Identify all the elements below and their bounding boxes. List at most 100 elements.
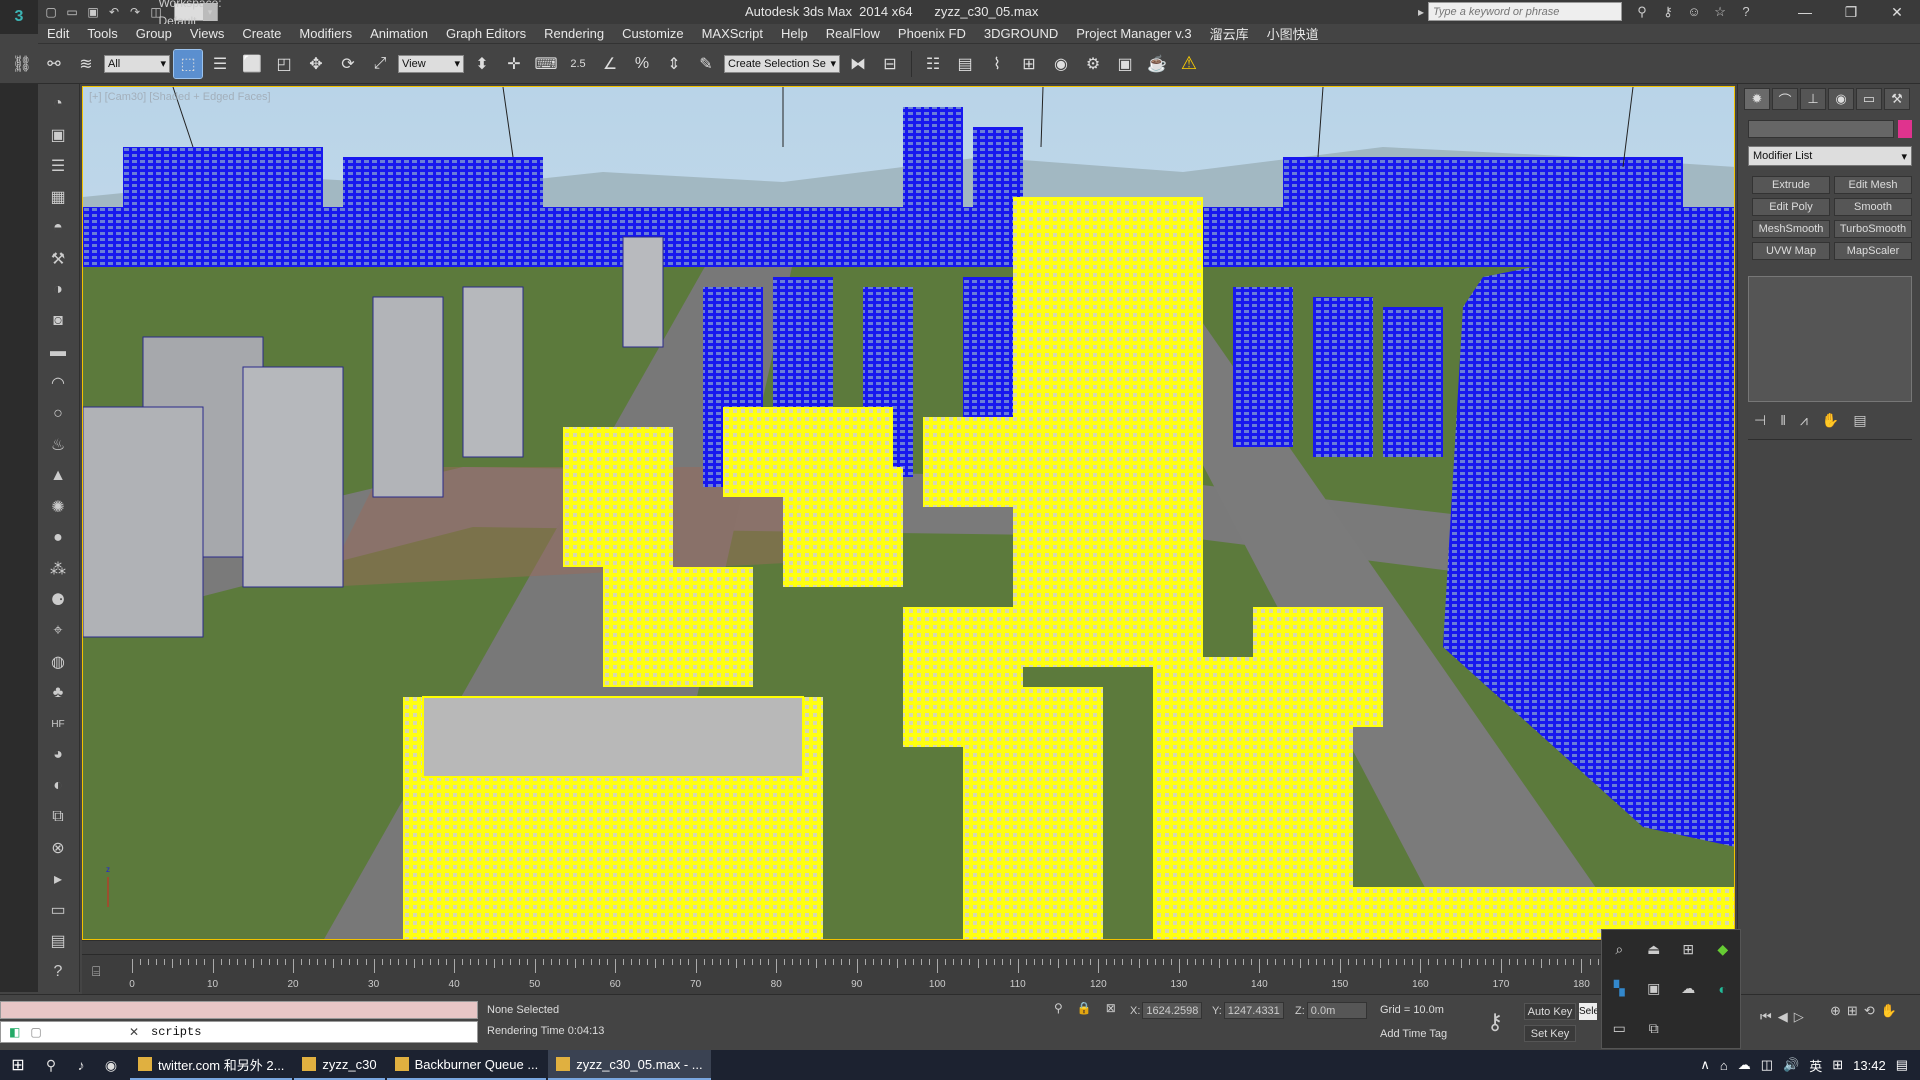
material-ball-icon[interactable]: ◕ xyxy=(44,743,72,767)
windows-start-icon[interactable]: ⊞ xyxy=(0,1050,36,1080)
menu-item-12[interactable]: Help xyxy=(772,26,817,41)
modifier-button-6[interactable]: TurboSmooth xyxy=(1834,220,1912,238)
hf-icon[interactable]: HF xyxy=(44,712,72,736)
screen-icon[interactable]: ▭ xyxy=(1613,1020,1626,1037)
prev-frame-icon[interactable]: ◀ xyxy=(1778,1009,1788,1025)
globe-icon[interactable]: ◍ xyxy=(44,650,72,674)
viewport-layout-icon[interactable]: ▭ xyxy=(44,898,72,922)
menu-item-14[interactable]: Phoenix FD xyxy=(889,26,975,41)
redo-icon[interactable]: ↷ xyxy=(126,3,144,21)
menu-item-8[interactable]: Graph Editors xyxy=(437,26,535,41)
light-bulb-icon[interactable]: ◓ xyxy=(44,216,72,240)
modifier-button-8[interactable]: MapScaler xyxy=(1834,242,1912,260)
y-coord-field[interactable]: 1247.4331 xyxy=(1223,1002,1284,1019)
modifier-button-1[interactable]: Extrude xyxy=(1752,176,1830,194)
modifier-button-7[interactable]: UVW Map xyxy=(1752,242,1830,260)
scene-icon[interactable]: ◐ xyxy=(44,774,72,798)
align-icon[interactable]: ⊟ xyxy=(876,50,904,78)
edit-named-selection-icon[interactable]: ✎ xyxy=(692,50,720,78)
render-icon[interactable]: ▣ xyxy=(44,123,72,147)
constraint-icon[interactable]: ⌖ xyxy=(44,619,72,643)
camera-icon[interactable]: ◔ xyxy=(44,92,72,116)
go-to-start-icon[interactable]: ⏮ xyxy=(1760,1009,1772,1025)
modifier-button-3[interactable]: Edit Poly xyxy=(1752,198,1830,216)
tray-app-icon-1[interactable]: ⌕ xyxy=(1615,941,1623,958)
video-icon[interactable]: ◙ xyxy=(44,309,72,333)
box-icon[interactable]: ▬ xyxy=(44,340,72,364)
pan-icon[interactable]: ✋ xyxy=(1881,1003,1897,1019)
windows-icon[interactable]: ▚ xyxy=(1614,980,1625,997)
menu-item-13[interactable]: RealFlow xyxy=(817,26,889,41)
workspace-dropdown[interactable]: Workspace: Default ▾ xyxy=(158,0,221,28)
undo-icon[interactable]: ↶ xyxy=(105,3,123,21)
helper-icon[interactable]: ♨ xyxy=(44,433,72,457)
sphere-icon[interactable]: ○ xyxy=(44,402,72,426)
snap-toggle-icon[interactable]: 2.5 xyxy=(564,50,592,78)
modify-tab-icon[interactable]: ⌒ xyxy=(1772,88,1798,110)
search-icon[interactable]: ⚲ xyxy=(36,1050,66,1080)
unlink-icon[interactable]: ⚯ xyxy=(40,50,68,78)
usb-icon[interactable]: ⏏ xyxy=(1647,941,1660,958)
expand-arrow-icon[interactable]: ▸ xyxy=(44,867,72,891)
object-name-field[interactable] xyxy=(1748,120,1894,138)
ime-icon[interactable]: ⊞ xyxy=(1832,1057,1843,1073)
new-icon[interactable]: ▢ xyxy=(42,3,60,21)
tray-expand-icon[interactable]: ∧ xyxy=(1700,1057,1710,1073)
menu-item-10[interactable]: Customize xyxy=(613,26,692,41)
viewport-label[interactable]: [+] [Cam30] [Shaded + Edged Faces] xyxy=(89,91,271,103)
rotate-icon[interactable]: ⟳ xyxy=(334,50,362,78)
motion-tab-icon[interactable]: ◉ xyxy=(1828,88,1854,110)
time-slider[interactable] xyxy=(82,940,1735,954)
list-icon[interactable]: ☰ xyxy=(44,154,72,178)
zoom-all-icon[interactable]: ⊞ xyxy=(1847,1003,1858,1019)
menu-item-2[interactable]: Tools xyxy=(78,26,126,41)
minimize-icon[interactable]: — xyxy=(1782,0,1828,24)
show-end-result-icon[interactable]: ‖ xyxy=(1780,412,1786,429)
menu-item-15[interactable]: 3DGROUND xyxy=(975,26,1067,41)
open-icon[interactable]: ▭ xyxy=(63,3,81,21)
modifier-button-5[interactable]: MeshSmooth xyxy=(1752,220,1830,238)
spinner-snap-icon[interactable]: ⇕ xyxy=(660,50,688,78)
z-coord-field[interactable]: 0.0m xyxy=(1306,1002,1367,1019)
named-selection-dropdown[interactable]: Create Selection Se ▾ xyxy=(724,54,840,73)
configure-sets-icon[interactable]: ▤ xyxy=(1853,412,1866,429)
volume-icon[interactable]: 🔊 xyxy=(1783,1057,1799,1073)
taskbar-item-2[interactable]: zyzz_c30 xyxy=(294,1050,385,1080)
percent-snap-icon[interactable]: % xyxy=(628,50,656,78)
cloud-icon[interactable]: ☁ xyxy=(1681,980,1695,997)
menu-item-1[interactable]: Edit xyxy=(38,26,78,41)
qq-icon[interactable]: ◉ xyxy=(96,1050,126,1080)
graphite-ribbon-icon[interactable]: ▤ xyxy=(951,50,979,78)
menu-item-9[interactable]: Rendering xyxy=(535,26,613,41)
set-key-button[interactable]: Set Key xyxy=(1524,1025,1576,1042)
link-object-icon[interactable]: ⧉ xyxy=(44,805,72,829)
star-icon[interactable]: ☆ xyxy=(1710,3,1730,21)
mirror-icon[interactable]: ⧓ xyxy=(844,50,872,78)
zoom-icon[interactable]: ⊕ xyxy=(1830,1003,1841,1019)
settings-icon[interactable]: ⊗ xyxy=(44,836,72,860)
plant-icon[interactable]: ♣ xyxy=(44,681,72,705)
auto-key-button[interactable]: Auto Key xyxy=(1524,1003,1576,1020)
ime-lang[interactable]: 英 xyxy=(1809,1056,1822,1075)
orbit-icon[interactable]: ⟲ xyxy=(1864,1003,1875,1019)
music-icon[interactable]: ♪ xyxy=(66,1050,96,1080)
object-color-swatch[interactable] xyxy=(1898,120,1912,138)
hierarchy-tab-icon[interactable]: ⊥ xyxy=(1800,88,1826,110)
modifier-list-dropdown[interactable]: Modifier List ▾ xyxy=(1748,146,1912,166)
create-tab-icon[interactable]: ✹ xyxy=(1744,88,1770,110)
grid-icon[interactable]: ▦ xyxy=(44,185,72,209)
edge-icon[interactable]: ◐ xyxy=(1719,981,1727,997)
link-icon[interactable]: ⛓ xyxy=(8,50,36,78)
menu-item-18[interactable]: 小图快道 xyxy=(1258,24,1328,43)
clock[interactable]: 13:42 xyxy=(1853,1058,1886,1073)
modifier-button-2[interactable]: Edit Mesh xyxy=(1834,176,1912,194)
menu-item-17[interactable]: 溜云库 xyxy=(1201,24,1258,43)
menu-item-11[interactable]: MAXScript xyxy=(693,26,772,41)
move-icon[interactable]: ✥ xyxy=(302,50,330,78)
key-mode-icon[interactable]: ⚷ xyxy=(1487,1009,1503,1035)
layer-manager-icon[interactable]: ☷ xyxy=(919,50,947,78)
select-by-name-icon[interactable]: ☰ xyxy=(206,50,234,78)
taskbar-item-4[interactable]: zyzz_c30_05.max - ... xyxy=(548,1050,711,1080)
window-crossing-icon[interactable]: ◰ xyxy=(270,50,298,78)
curve-editor-mini-icon[interactable]: ⌸ xyxy=(92,963,100,980)
